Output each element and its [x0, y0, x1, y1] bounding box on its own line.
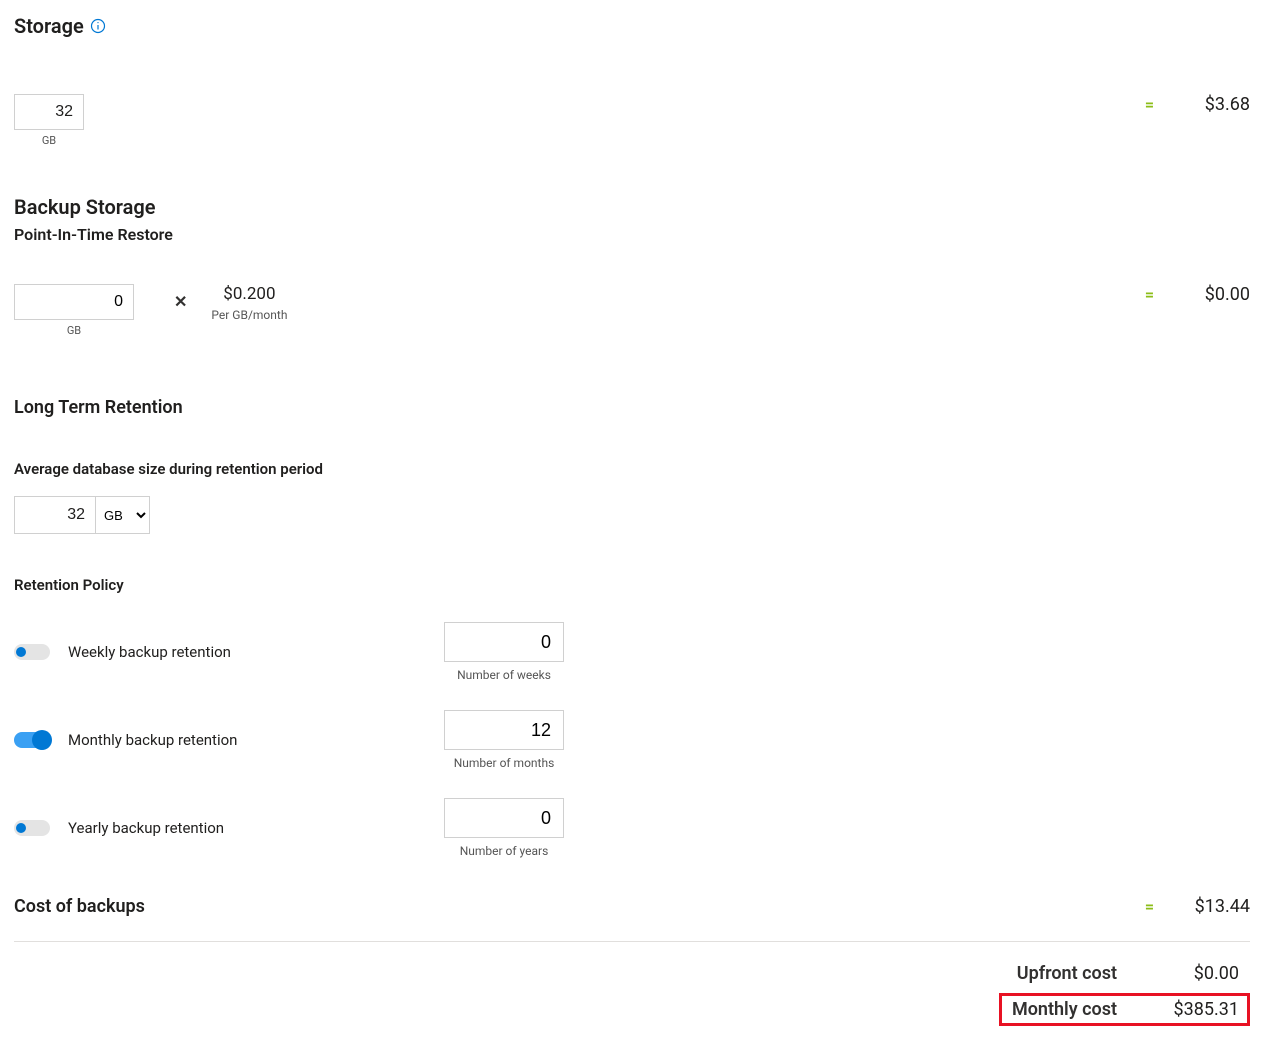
yearly-retention-caption: Number of years [434, 844, 574, 858]
avg-db-size-input[interactable] [14, 496, 96, 534]
pitr-size-input[interactable] [14, 284, 134, 320]
storage-title: Storage [14, 14, 84, 38]
info-icon[interactable] [90, 18, 106, 34]
yearly-retention-input[interactable] [444, 798, 564, 838]
cost-of-backups-label: Cost of backups [14, 896, 145, 917]
equals-icon: = [1145, 285, 1154, 304]
monthly-retention-label: Monthly backup retention [68, 731, 237, 749]
backup-storage-title: Backup Storage [14, 195, 156, 219]
equals-icon: = [1145, 897, 1154, 916]
monthly-retention-input[interactable] [444, 710, 564, 750]
pitr-cost: $0.00 [1182, 284, 1250, 305]
multiply-icon: ✕ [174, 292, 187, 311]
weekly-retention-label: Weekly backup retention [68, 643, 231, 661]
weekly-retention-input[interactable] [444, 622, 564, 662]
weekly-retention-caption: Number of weeks [434, 668, 574, 682]
yearly-retention-label: Yearly backup retention [68, 819, 224, 837]
upfront-cost-label: Upfront cost [1017, 963, 1117, 984]
storage-cost: $3.68 [1182, 94, 1250, 115]
pitr-size-unit: GB [67, 324, 81, 337]
monthly-retention-toggle[interactable] [14, 732, 50, 748]
storage-size-unit: GB [42, 134, 56, 147]
storage-size-input[interactable] [14, 94, 84, 130]
weekly-retention-toggle[interactable] [14, 644, 50, 660]
retention-policy-label: Retention Policy [14, 576, 1250, 594]
monthly-cost-label: Monthly cost [1012, 999, 1117, 1020]
upfront-cost-value: $0.00 [1157, 963, 1239, 984]
divider [14, 941, 1250, 942]
pitr-rate-caption: Per GB/month [211, 308, 287, 322]
monthly-cost-value: $385.31 [1157, 999, 1239, 1020]
cost-of-backups-value: $13.44 [1182, 896, 1250, 917]
equals-icon: = [1145, 95, 1154, 114]
monthly-retention-caption: Number of months [434, 756, 574, 770]
avg-db-size-label: Average database size during retention p… [14, 460, 1250, 478]
monthly-cost-highlight: Monthly cost $385.31 [999, 993, 1250, 1026]
pitr-title: Point-In-Time Restore [14, 225, 1250, 244]
pitr-rate-value: $0.200 [211, 284, 287, 304]
ltr-title: Long Term Retention [14, 397, 183, 418]
avg-db-size-unit-select[interactable]: GB [96, 496, 150, 534]
yearly-retention-toggle[interactable] [14, 820, 50, 836]
